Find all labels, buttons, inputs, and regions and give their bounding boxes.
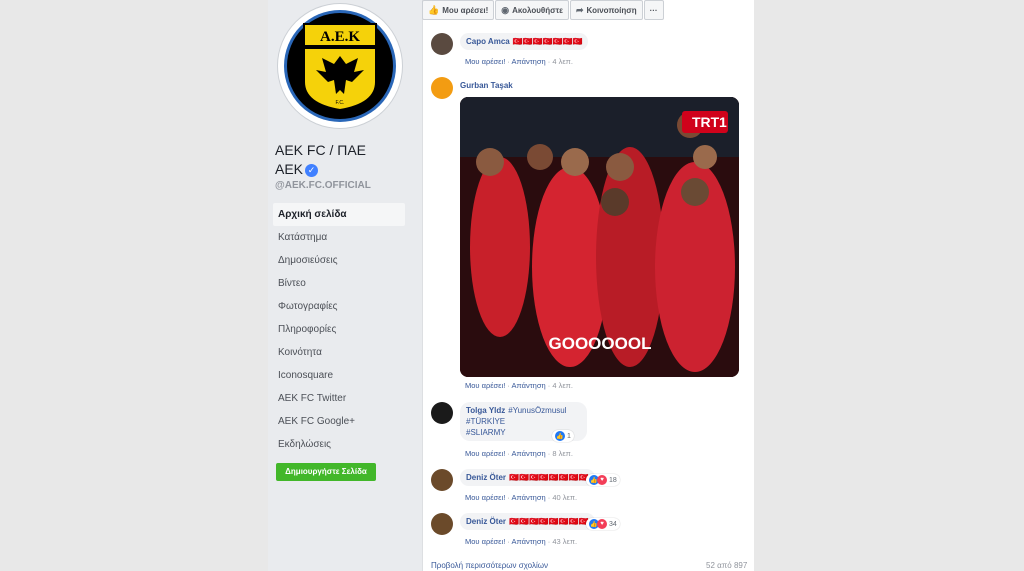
svg-text:1: 1 — [719, 114, 727, 130]
share-button[interactable]: ➦ Κοινοποίηση — [569, 0, 643, 20]
comment-count: 52 από 897 — [706, 561, 748, 570]
sidebar-item-photos[interactable]: Φωτογραφίες — [273, 295, 405, 318]
commenter-avatar[interactable] — [431, 402, 453, 424]
sidebar-item-home[interactable]: Αρχική σελίδα — [273, 203, 405, 226]
reaction-count[interactable]: 👍 1 — [552, 430, 574, 442]
comment-meta: Μου αρέσει! · Απάντηση · 8 λεπ. — [465, 449, 573, 458]
comment-reply-link[interactable]: Απάντηση — [512, 449, 546, 458]
comment-reply-link[interactable]: Απάντηση — [512, 537, 546, 546]
view-more-comments-link[interactable]: Προβολή περισσότερων σχολίων — [431, 561, 548, 570]
sidebar-item-events[interactable]: Εκδηλώσεις — [273, 433, 405, 456]
commenter-avatar[interactable] — [431, 469, 453, 491]
page-title[interactable]: AEK FC / ΠΑΕ AEK ✓ — [275, 141, 405, 179]
commenter-avatar[interactable] — [431, 33, 453, 55]
svg-text:Α.Ε.Κ: Α.Ε.Κ — [320, 29, 360, 45]
comment-meta: Μου αρέσει! · Απάντηση · 43 λεπ. — [465, 537, 578, 546]
more-options-button[interactable]: ··· — [643, 0, 664, 20]
rss-icon: ◉ — [501, 4, 510, 15]
comment-author[interactable]: Gurban Taşak — [460, 81, 513, 90]
sidebar-item-videos[interactable]: Βίντεο — [273, 272, 405, 295]
comment-like-link[interactable]: Μου αρέσει! — [465, 381, 505, 390]
aek-eagle-logo: Α.Ε.Κ F.C. — [303, 23, 377, 112]
sidebar-nav: Αρχική σελίδα Κατάστημα Δημοσιεύσεις Βίν… — [273, 203, 405, 456]
commenter-avatar[interactable] — [431, 513, 453, 535]
photo-caption: GOOOOOOL — [549, 334, 652, 353]
comment-meta: Μου αρέσει! · Απάντηση · 40 λεπ. — [465, 493, 578, 502]
comment-time[interactable]: 8 λεπ. — [552, 449, 573, 458]
thumbs-up-icon: 👍 — [428, 4, 440, 15]
reaction-count[interactable]: 👍 ♥ 34 — [586, 518, 620, 530]
comment-like-link[interactable]: Μου αρέσει! — [465, 57, 505, 66]
comment-like-link[interactable]: Μου αρέσει! — [465, 493, 505, 502]
comment-hashtag[interactable]: #TÜRKİYE — [466, 417, 505, 426]
comment-bubble: Gurban Taşak — [460, 77, 522, 94]
comment-reply-link[interactable]: Απάντηση — [512, 493, 546, 502]
comment-time[interactable]: 4 λεπ. — [552, 381, 573, 390]
share-arrow-icon: ➦ — [575, 4, 584, 15]
sidebar-item-about[interactable]: Πληροφορίες — [273, 318, 405, 341]
comment-bubble: Deniz Öter 🇹🇷🇹🇷🇹🇷🇹🇷🇹🇷🇹🇷🇹🇷🇹🇷 — [460, 469, 595, 486]
sidebar-item-google-plus[interactable]: AEK FC Google+ — [273, 410, 405, 433]
like-page-button[interactable]: 👍 Μου αρέσει! — [422, 0, 495, 20]
commenter-avatar[interactable] — [431, 77, 453, 99]
comment-text: 🇹🇷🇹🇷🇹🇷🇹🇷🇹🇷🇹🇷🇹🇷🇹🇷 — [509, 473, 589, 482]
like-reaction-icon: 👍 — [555, 431, 565, 441]
comment-meta: Μου αρέσει! · Απάντηση · 4 λεπ. — [465, 381, 573, 390]
page-handle[interactable]: @AEK.FC.OFFICIAL — [275, 180, 371, 191]
sidebar-item-twitter[interactable]: AEK FC Twitter — [273, 387, 405, 410]
sidebar-item-iconosquare[interactable]: Iconosquare — [273, 364, 405, 387]
page-action-bar: 👍 Μου αρέσει! ◉ Ακολουθήστε ➦ Κοινοποίηση ·… — [422, 0, 690, 22]
football-team-celebration-image: TRT 1 GOOOOOOL — [460, 97, 739, 377]
love-reaction-icon: ♥ — [597, 475, 607, 485]
comment-bubble: Deniz Öter 🇹🇷🇹🇷🇹🇷🇹🇷🇹🇷🇹🇷🇹🇷🇹🇷 — [460, 513, 595, 530]
comment-hashtag[interactable]: #SLIARMY — [466, 428, 506, 437]
follow-button[interactable]: ◉ Ακολουθήστε — [495, 0, 569, 20]
comment-time[interactable]: 4 λεπ. — [552, 57, 573, 66]
comment-author[interactable]: Deniz Öter — [466, 473, 506, 482]
create-page-button[interactable]: Δημιουργήστε Σελίδα — [276, 463, 376, 481]
comment-like-link[interactable]: Μου αρέσει! — [465, 449, 505, 458]
comment-author[interactable]: Deniz Öter — [466, 517, 506, 526]
comment-bubble: Capo Amca 🇹🇷🇹🇷🇹🇷🇹🇷🇹🇷🇹🇷🇹🇷 — [460, 33, 589, 50]
comment-author[interactable]: Capo Amca — [466, 37, 510, 46]
comment-text: 🇹🇷🇹🇷🇹🇷🇹🇷🇹🇷🇹🇷🇹🇷 — [512, 37, 583, 46]
sidebar-item-community[interactable]: Κοινότητα — [273, 341, 405, 364]
page-avatar[interactable]: Α.Ε.Κ F.C. — [278, 4, 402, 128]
comment-meta: Μου αρέσει! · Απάντηση · 4 λεπ. — [465, 57, 573, 66]
reaction-count[interactable]: 👍 ♥ 18 — [586, 474, 620, 486]
comment-time[interactable]: 40 λεπ. — [552, 493, 577, 502]
sidebar-item-shop[interactable]: Κατάστημα — [273, 226, 405, 249]
page-sidebar: Α.Ε.Κ F.C. AEK FC / ΠΑΕ AEK ✓ @AEK.FC.OFF… — [268, 0, 413, 571]
comment-like-link[interactable]: Μου αρέσει! — [465, 537, 505, 546]
verified-badge-icon: ✓ — [305, 164, 319, 177]
comment-time[interactable]: 43 λεπ. — [552, 537, 577, 546]
comment-text: 🇹🇷🇹🇷🇹🇷🇹🇷🇹🇷🇹🇷🇹🇷🇹🇷 — [509, 517, 589, 526]
comment-reply-link[interactable]: Απάντηση — [512, 381, 546, 390]
comment-photo[interactable]: TRT 1 GOOOOOOL — [460, 97, 739, 377]
comment-author[interactable]: Tolga Yldz — [466, 406, 505, 415]
love-reaction-icon: ♥ — [597, 519, 607, 529]
facebook-page-frame: Α.Ε.Κ F.C. AEK FC / ΠΑΕ AEK ✓ @AEK.FC.OFF… — [268, 0, 754, 571]
sidebar-item-posts[interactable]: Δημοσιεύσεις — [273, 249, 405, 272]
svg-text:TRT: TRT — [692, 114, 720, 130]
svg-text:F.C.: F.C. — [336, 100, 345, 106]
comment-hashtag[interactable]: #YunusÖzmusul — [508, 406, 566, 415]
comment-reply-link[interactable]: Απάντηση — [512, 57, 546, 66]
